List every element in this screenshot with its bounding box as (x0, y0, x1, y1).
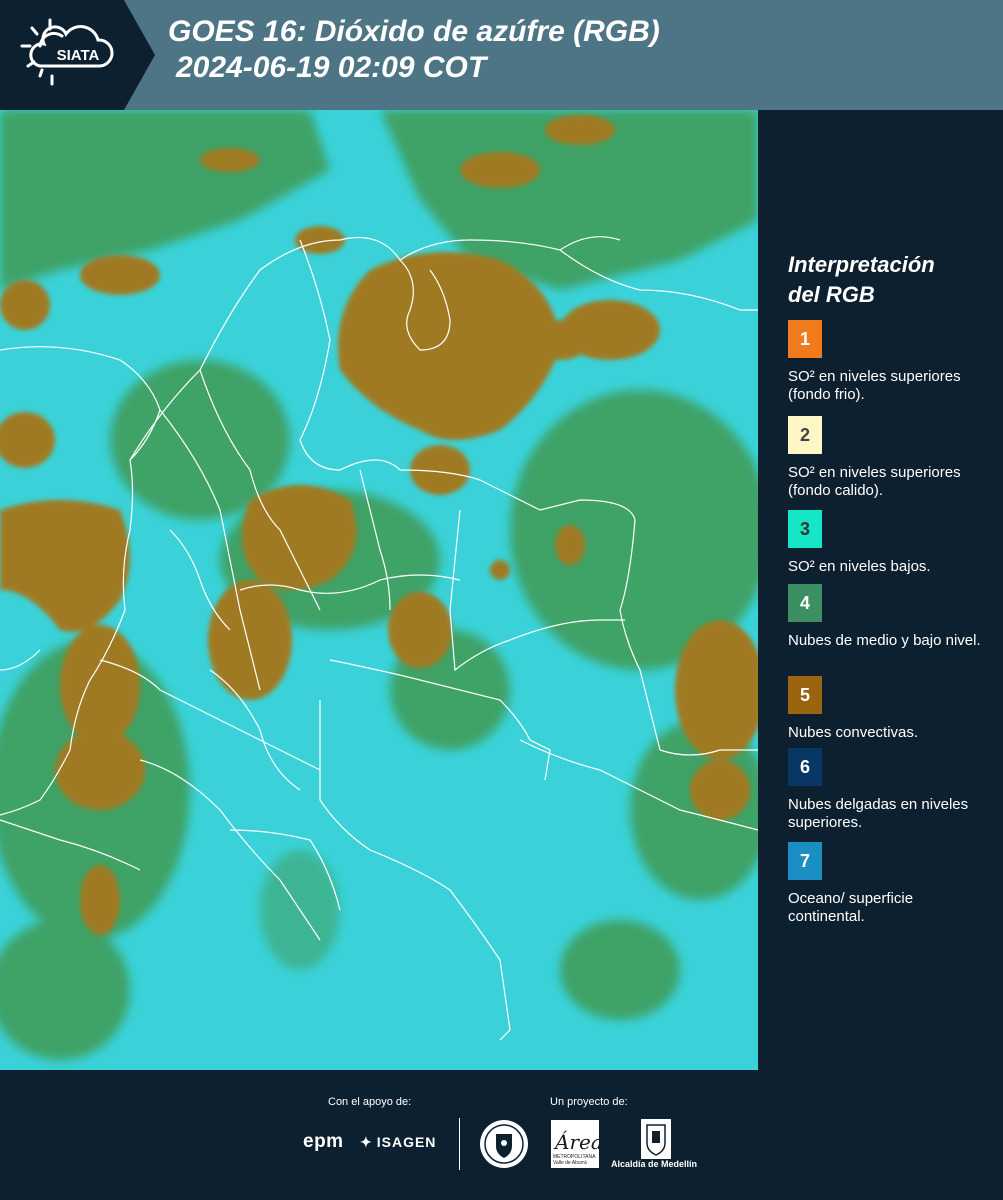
legend-title-line2: del RGB (788, 282, 875, 307)
legend-swatch-5: 5 (788, 676, 822, 714)
legend-item-2: 2 SO² en niveles superiores (fondo calid… (788, 416, 993, 500)
legend-swatch-2: 2 (788, 416, 822, 454)
area-logo-sub: METROPOLITANA Valle de Aburrá (553, 1154, 596, 1166)
siata-logo-graphic: SIATA (0, 0, 155, 110)
legend-swatch-4: 4 (788, 584, 822, 622)
isagen-logo: ✦ ISAGEN (360, 1134, 436, 1151)
area-logo-text: Área (555, 1130, 603, 1154)
legend-title: Interpretación del RGB (788, 250, 935, 310)
logo-text: SIATA (57, 47, 100, 64)
legend-swatch-1: 1 (788, 320, 822, 358)
legend-item-7: 7 Oceano/ superficie continental. (788, 842, 993, 926)
epm-logo: epm (303, 1131, 344, 1152)
support-label: Con el apoyo de: (328, 1096, 412, 1108)
footer: Con el apoyo de: Un proyecto de: epm ✦ IS… (0, 1070, 1003, 1200)
alcaldia-label: Alcaldía de Medellín (611, 1159, 698, 1169)
legend-text-6: Nubes delgadas en niveles superiores. (788, 796, 969, 831)
legend-text-3: SO² en niveles bajos. (788, 558, 931, 575)
legend-text-5: Nubes convectivas. (788, 724, 919, 741)
siata-logo: SIATA (0, 0, 155, 110)
project-label: Un proyecto de: (550, 1096, 628, 1108)
header-bar: SIATA GOES 16: Dióxido de azúfre (RGB) 2… (0, 0, 1003, 110)
isagen-label: ISAGEN (376, 1134, 437, 1150)
isagen-star-icon: ✦ (360, 1134, 373, 1150)
title-line1: GOES 16: Dióxido de azúfre (RGB) (168, 15, 660, 48)
satellite-image (0, 110, 758, 1070)
legend-title-line1: Interpretación (788, 252, 935, 277)
legend-text-2: SO² en niveles superiores (fondo calido)… (788, 464, 961, 499)
legend-swatch-7: 7 (788, 842, 822, 880)
legend-item-1: 1 SO² en niveles superiores (fondo frio)… (788, 320, 993, 404)
legend-text-7: Oceano/ superficie continental. (788, 890, 914, 925)
legend-item-4: 4 Nubes de medio y bajo nivel. (788, 584, 993, 650)
legend-item-3: 3 SO² en niveles bajos. (788, 510, 993, 576)
medellin-seal-icon (480, 1120, 528, 1168)
legend-swatch-3: 3 (788, 510, 822, 548)
page-title: GOES 16: Dióxido de azúfre (RGB) 2024-06… (168, 14, 660, 86)
legend-text-1: SO² en niveles superiores (fondo frio). (788, 368, 961, 403)
title-line2: 2024-06-19 02:09 COT (176, 51, 487, 84)
legend-swatch-6: 6 (788, 748, 822, 786)
area-metropolitana-logo: Área METROPOLITANA Valle de Aburrá (551, 1120, 603, 1168)
legend-panel: Interpretación del RGB 1 SO² en niveles … (758, 110, 1003, 1070)
legend-item-6: 6 Nubes delgadas en niveles superiores. (788, 748, 993, 832)
footer-divider (459, 1118, 460, 1170)
satellite-map[interactable] (0, 110, 758, 1070)
legend-item-5: 5 Nubes convectivas. (788, 676, 993, 742)
legend-text-4: Nubes de medio y bajo nivel. (788, 632, 981, 649)
alcaldia-shield-icon (641, 1119, 671, 1159)
